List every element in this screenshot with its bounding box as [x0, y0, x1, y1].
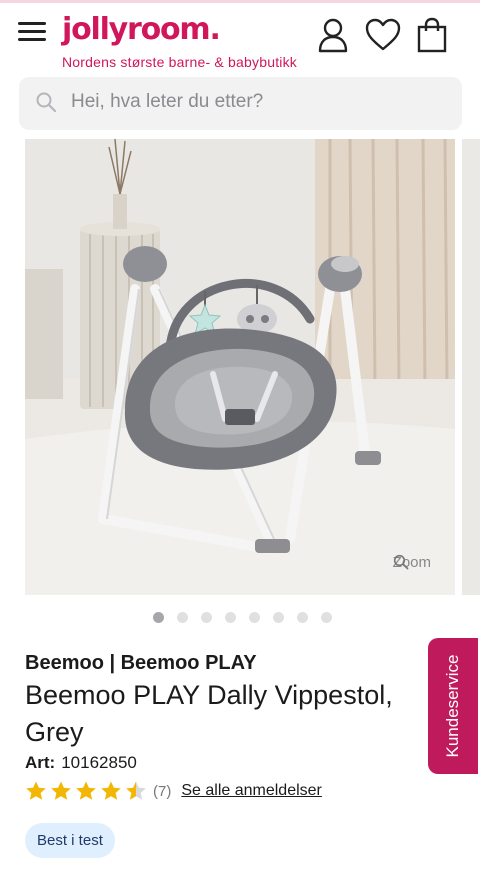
- product-title: Beemoo PLAY Dally Vippestol, Grey: [25, 680, 393, 747]
- next-image-peek: [462, 139, 480, 595]
- best-in-test-badge: Best i test: [25, 823, 115, 858]
- gallery-dot[interactable]: [201, 612, 212, 623]
- gallery-dot[interactable]: [321, 612, 332, 623]
- account-icon[interactable]: [316, 17, 350, 53]
- customer-service-tab[interactable]: Kundeservice: [428, 638, 478, 774]
- gallery-dot[interactable]: [297, 612, 308, 623]
- heart-icon[interactable]: [364, 17, 402, 53]
- review-count: (7): [153, 782, 172, 800]
- gallery-dot[interactable]: [273, 612, 284, 623]
- menu-icon[interactable]: [18, 22, 46, 44]
- rating-stars: [25, 780, 147, 802]
- article-value: 10162850: [61, 753, 137, 772]
- search-input[interactable]: Hei, hva leter du etter?: [19, 77, 462, 130]
- site-logo[interactable]: jollyroom.: [62, 12, 221, 47]
- gallery-pagination: [153, 612, 332, 623]
- gallery-dot[interactable]: [249, 612, 260, 623]
- product-rating: (7) Se alle anmeldelser: [25, 779, 322, 803]
- star-icon: [26, 781, 46, 800]
- zoom-button[interactable]: Zoom: [393, 554, 431, 571]
- see-all-reviews-link[interactable]: Se alle anmeldelser: [181, 782, 322, 800]
- star-icon: [76, 781, 96, 800]
- star-icon: [51, 781, 71, 800]
- site-header: jollyroom. Nordens største barne- & baby…: [0, 0, 480, 76]
- product-image[interactable]: Zoom: [25, 139, 455, 595]
- article-label: Art:: [25, 753, 56, 772]
- shopping-bag-icon[interactable]: [416, 17, 448, 53]
- search-icon: [36, 92, 57, 113]
- product-brand[interactable]: Beemoo | Beemoo PLAY: [25, 652, 257, 675]
- article-number: Art: 10162850: [25, 753, 137, 773]
- zoom-icon: [393, 554, 409, 570]
- gallery-dot[interactable]: [153, 612, 164, 623]
- star-icon: [126, 781, 146, 800]
- star-icon: [101, 781, 121, 800]
- gallery-dot[interactable]: [225, 612, 236, 623]
- customer-service-label: Kundeservice: [443, 654, 462, 758]
- site-tagline: Nordens største barne- & babybutikk: [62, 54, 297, 70]
- gallery-dot[interactable]: [177, 612, 188, 623]
- search-placeholder: Hei, hva leter du etter?: [71, 91, 264, 112]
